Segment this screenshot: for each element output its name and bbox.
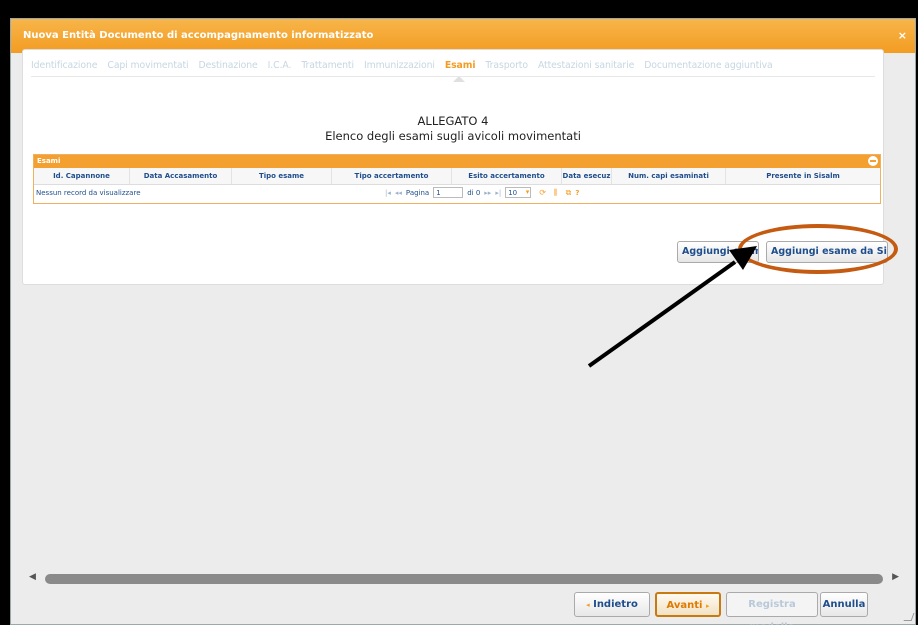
cancel-button[interactable]: Annulla bbox=[820, 592, 868, 617]
refresh-icon[interactable]: ⟳ bbox=[539, 188, 546, 197]
column-header-esito-accertamento[interactable]: Esito accertamento bbox=[452, 168, 562, 184]
last-page-icon[interactable]: ▸| bbox=[495, 189, 501, 197]
page-number-input[interactable]: 1 bbox=[433, 187, 464, 198]
scroll-left-icon[interactable]: ◀ bbox=[29, 572, 36, 582]
back-button-label: Indietro bbox=[593, 599, 638, 610]
columns-icon[interactable]: ⫼ bbox=[554, 188, 558, 198]
column-header-presente-in-sisalm[interactable]: Presente in Sisalm bbox=[726, 168, 880, 184]
arrow-left-icon: ◂ bbox=[586, 601, 590, 609]
column-header-data-accasamento[interactable]: Data Accasamento bbox=[130, 168, 232, 184]
column-header-tipo-esame[interactable]: Tipo esame bbox=[232, 168, 332, 184]
page-total-label: di 0 bbox=[467, 188, 481, 197]
grid-header-row: Id. Capannone Data Accasamento Tipo esam… bbox=[34, 168, 880, 185]
scrollbar-thumb[interactable] bbox=[45, 574, 883, 584]
grid-pager: |◂ ◂◂ Pagina 1 di 0 ▸▸ ▸| 10 ⟳ ⫼ ⧉ ? bbox=[385, 187, 579, 198]
grid-title: Esami bbox=[37, 157, 61, 165]
next-button-label: Avanti bbox=[666, 600, 703, 611]
grid-caption: Esami bbox=[34, 155, 880, 168]
column-header-tipo-accertamento[interactable]: Tipo accertamento bbox=[332, 168, 452, 184]
arrow-right-icon: ▸ bbox=[705, 602, 710, 610]
prev-page-icon[interactable]: ◂◂ bbox=[395, 189, 402, 197]
tab-trasporto[interactable]: Trasporto bbox=[485, 60, 528, 71]
section-subheading: Elenco degli esami sugli avicoli movimen… bbox=[325, 129, 581, 143]
tab-capi-movimentati[interactable]: Capi movimentati bbox=[107, 60, 188, 71]
next-button[interactable]: Avanti ▸ bbox=[655, 592, 721, 617]
column-header-id-capannone[interactable]: Id. Capannone bbox=[34, 168, 130, 184]
tab-destinazione[interactable]: Destinazione bbox=[199, 60, 258, 71]
tab-identificazione[interactable]: Identificazione bbox=[31, 60, 98, 71]
first-page-icon[interactable]: |◂ bbox=[385, 189, 391, 197]
annotation-arrow-icon bbox=[587, 246, 757, 368]
save-model-button[interactable]: Registra modello bbox=[726, 592, 818, 625]
section-header: ALLEGATO 4 Elenco degli esami sugli avic… bbox=[23, 114, 883, 144]
tab-immunizzazioni[interactable]: Immunizzazioni bbox=[364, 60, 435, 71]
section-heading: ALLEGATO 4 bbox=[417, 114, 489, 128]
tab-trattamenti[interactable]: Trattamenti bbox=[301, 60, 354, 71]
horizontal-scrollbar[interactable]: ◀ ▶ bbox=[25, 572, 901, 584]
tab-esami[interactable]: Esami bbox=[445, 60, 476, 82]
close-icon[interactable]: × bbox=[898, 19, 907, 53]
column-header-data-esecuzione[interactable]: Data esecuz bbox=[562, 168, 612, 184]
page-size-select[interactable]: 10 bbox=[505, 187, 532, 198]
tab-divider bbox=[31, 76, 875, 77]
grid-body: Nessun record da visualizzare |◂ ◂◂ Pagi… bbox=[34, 185, 880, 203]
empty-records-message: Nessun record da visualizzare bbox=[36, 189, 141, 197]
dialog-title: Nuova Entità Documento di accompagnament… bbox=[23, 30, 374, 41]
tab-documentazione-aggiuntiva[interactable]: Documentazione aggiuntiva bbox=[644, 60, 772, 71]
export-icon[interactable]: ⧉ bbox=[566, 188, 572, 198]
next-page-icon[interactable]: ▸▸ bbox=[484, 189, 491, 197]
back-button[interactable]: ◂ Indietro bbox=[574, 592, 650, 617]
tab-ica[interactable]: I.C.A. bbox=[268, 60, 292, 71]
column-header-num-capi-esaminati[interactable]: Num. capi esaminati bbox=[612, 168, 726, 184]
tab-attestazioni-sanitarie[interactable]: Attestazioni sanitarie bbox=[538, 60, 634, 71]
page-label: Pagina bbox=[405, 188, 430, 197]
dialog-titlebar: Nuova Entità Documento di accompagnament… bbox=[11, 19, 915, 53]
scroll-right-icon[interactable]: ▶ bbox=[892, 572, 899, 582]
exams-grid: Esami Id. Capannone Data Accasamento Tip… bbox=[33, 154, 881, 204]
help-icon[interactable]: ? bbox=[575, 189, 579, 197]
collapse-icon[interactable] bbox=[868, 156, 878, 166]
